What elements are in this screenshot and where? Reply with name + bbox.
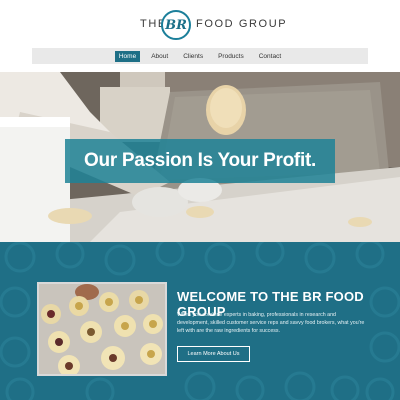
main-nav: Home About Clients Products Contact [32, 48, 368, 64]
about-section: WELCOME TO THE BR FOOD GROUP When you co… [0, 242, 400, 400]
pastry-tray-photo [37, 282, 167, 376]
hero-section: Our Passion Is Your Profit. [0, 72, 400, 242]
nav-item-home[interactable]: Home [114, 50, 141, 62]
hero-tagline: Our Passion Is Your Profit. [84, 150, 316, 171]
learn-more-button[interactable]: Learn More About Us [177, 346, 250, 362]
pastry-tray-image [39, 284, 165, 374]
about-description: When you combine experts in baking, prof… [177, 312, 365, 335]
site-header: THE BR FOOD GROUP [0, 0, 400, 48]
nav-item-contact[interactable]: Contact [255, 51, 285, 62]
nav-item-products[interactable]: Products [214, 51, 248, 62]
nav-item-about[interactable]: About [147, 51, 172, 62]
hero-tagline-banner: Our Passion Is Your Profit. [65, 139, 335, 183]
logo-badge: BR [161, 10, 191, 40]
nav-item-clients[interactable]: Clients [179, 51, 207, 62]
logo-text-food-group: FOOD GROUP [196, 18, 288, 30]
site-logo[interactable]: THE BR FOOD GROUP [0, 10, 400, 40]
